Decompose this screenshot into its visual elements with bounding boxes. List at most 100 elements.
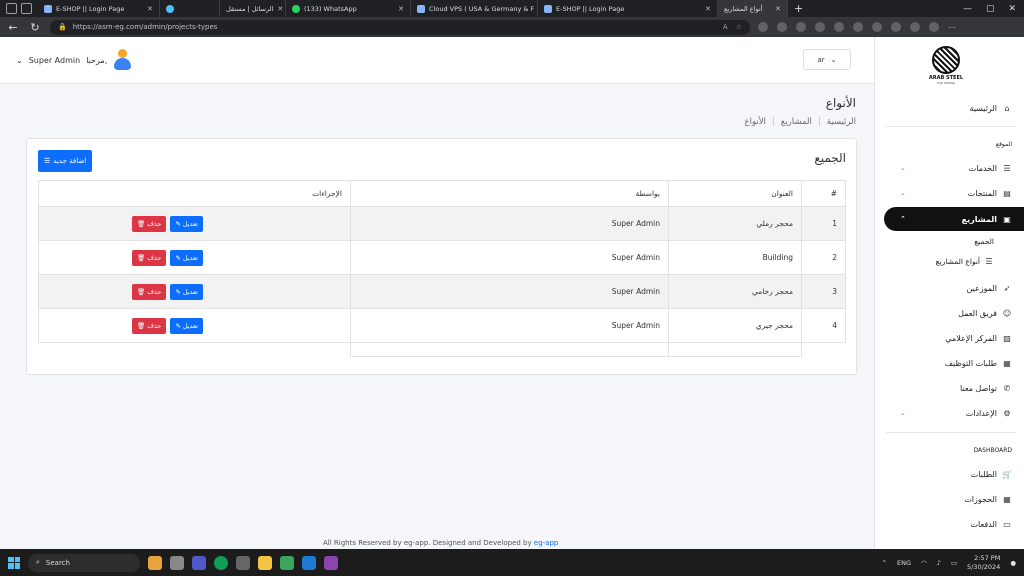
close-icon[interactable]: ✕: [277, 5, 283, 13]
edit-button[interactable]: ✎ تعديل: [170, 215, 203, 232]
refresh-icon[interactable]: ↻: [28, 21, 42, 34]
notification-icon[interactable]: ●: [1010, 559, 1016, 567]
sidebar-item-settings[interactable]: ⌄ الإعدادات ⚙: [884, 404, 1024, 422]
workspaces-icon[interactable]: [21, 3, 32, 14]
sidebar-item-bookings[interactable]: الحجوزات ▦: [884, 490, 1024, 508]
cart-icon: 🛒: [1002, 469, 1012, 479]
sidebar-item-products[interactable]: ⌄ المنتجات ▤: [884, 184, 1024, 202]
visual-studio-icon[interactable]: [324, 555, 338, 570]
breadcrumb-home[interactable]: الرئيسية: [827, 117, 856, 127]
chevron-down-icon: ⌄: [900, 189, 906, 197]
chevron-up-icon: ⌃: [900, 215, 906, 223]
delete-button[interactable]: 🗑 حذف: [132, 249, 167, 266]
language-indicator[interactable]: ENG: [897, 559, 911, 567]
sidebar-subitem-project-types[interactable]: أنواع المشاريع ☰: [884, 254, 1024, 268]
row-title: محجر رخامي: [668, 274, 802, 309]
sidebar-section-site: الموقع: [995, 141, 1012, 148]
menu-dots-icon[interactable]: ⋯: [948, 23, 956, 32]
col-by: بواسطة: [350, 180, 669, 207]
sidebar-item-projects[interactable]: ⌃ المشاريع ▣: [884, 207, 1024, 231]
sidebar-item-orders[interactable]: الطلبات 🛒: [884, 465, 1024, 483]
widgets-icon[interactable]: [148, 555, 162, 570]
extension-icon[interactable]: [910, 22, 920, 32]
windows-start-icon[interactable]: [8, 556, 20, 569]
tray-chevron-icon[interactable]: ⌃: [882, 559, 887, 567]
close-icon[interactable]: ✕: [775, 5, 781, 13]
close-window-icon[interactable]: ✕: [1008, 4, 1016, 14]
close-icon[interactable]: ✕: [147, 5, 153, 13]
row-author: Super Admin: [350, 274, 669, 309]
extension-icon[interactable]: [815, 22, 825, 32]
sidebar-item-payments[interactable]: الدفعات ▭: [884, 515, 1024, 533]
favorite-icon[interactable]: ☆: [736, 23, 742, 31]
edit-button[interactable]: ✎ تعديل: [170, 283, 203, 300]
types-card: الجميع ☰ اضافة جديد # العنوان بواسطة الإ…: [26, 138, 857, 375]
wifi-icon[interactable]: ◠: [921, 559, 927, 567]
app-icon[interactable]: [280, 555, 294, 570]
add-new-button[interactable]: ☰ اضافة جديد: [38, 150, 93, 172]
extension-icon[interactable]: [758, 22, 768, 32]
tab-eshop-login-2[interactable]: E-SHOP || Login Page ✕: [538, 0, 718, 17]
profile-icon[interactable]: [6, 3, 17, 14]
breadcrumb-projects[interactable]: المشاريع: [781, 117, 812, 127]
logo[interactable]: ARAB STEEL FOR MINING: [928, 46, 964, 86]
battery-icon[interactable]: ▭: [951, 559, 957, 567]
breadcrumb-current: الأنواع: [744, 117, 766, 127]
edit-button[interactable]: ✎ تعديل: [170, 317, 203, 334]
extension-icon[interactable]: [853, 22, 863, 32]
maximize-icon[interactable]: ▢: [986, 4, 995, 14]
delete-button[interactable]: 🗑 حذف: [132, 283, 167, 300]
extension-icon[interactable]: [872, 22, 882, 32]
extension-icon[interactable]: [891, 22, 901, 32]
tab-cloud-vps[interactable]: Cloud VPS ( USA & Germany & F ✕: [411, 0, 538, 17]
tab-blank[interactable]: [160, 0, 220, 17]
sidebar-subitem-all[interactable]: الجميع: [884, 234, 1024, 248]
edit-button[interactable]: ✎ تعديل: [170, 249, 203, 266]
tab-whatsapp[interactable]: (133) WhatsApp ✕: [286, 0, 411, 17]
back-icon[interactable]: ←: [6, 21, 20, 34]
extension-icon[interactable]: [796, 22, 806, 32]
list-icon: ☰: [1003, 163, 1011, 173]
vscode-icon[interactable]: [302, 555, 316, 570]
extension-icon[interactable]: [929, 22, 939, 32]
sidebar-item-jobs[interactable]: طلبات التوظيف ▦: [884, 354, 1024, 372]
close-icon[interactable]: ✕: [705, 5, 711, 13]
sidebar-item-team[interactable]: فريق العمل ☺: [884, 304, 1024, 322]
delete-button[interactable]: 🗑 حذف: [132, 317, 167, 334]
task-view-icon[interactable]: [170, 555, 184, 570]
col-actions: الإجراءات: [38, 180, 351, 207]
tab-mostaql[interactable]: الرسائل | مستقل ✕: [220, 0, 286, 17]
tab-eshop-login-1[interactable]: E-SHOP || Login Page ✕: [38, 0, 160, 17]
sidebar-item-distributors[interactable]: الموزعين ➶: [884, 279, 1024, 297]
avatar: [113, 49, 132, 71]
sidebar-item-home[interactable]: الرئيسية ⌂: [884, 99, 1024, 117]
delete-button[interactable]: 🗑 حذف: [132, 215, 167, 232]
taskbar-search[interactable]: ⌕ Search: [28, 553, 140, 572]
clock[interactable]: 2:57 PM 5/30/2024: [967, 554, 1000, 572]
url-field[interactable]: 🔒 https://asm-eg.com/admin/projects-type…: [50, 19, 750, 35]
row-number: 4: [801, 308, 846, 343]
window-icons: [0, 0, 38, 17]
read-aloud-icon[interactable]: A: [723, 23, 728, 31]
row-actions: 🗑 حذف ✎ تعديل: [38, 206, 351, 241]
minimize-icon[interactable]: —: [963, 4, 972, 14]
windows-taskbar: ⌕ Search ⌃ ENG ◠ ♪ ▭ 2:57 PM 5/30/2024 ●: [0, 549, 1024, 576]
sidebar-item-contact[interactable]: تواصل معنا ✆: [884, 379, 1024, 397]
sidebar-item-services[interactable]: ⌄ الخدمات ☰: [884, 159, 1024, 177]
extension-icon[interactable]: [777, 22, 787, 32]
volume-icon[interactable]: ♪: [937, 559, 941, 567]
footer-brand-link[interactable]: eg-app: [534, 539, 558, 547]
trash-icon: 🗑: [137, 253, 146, 262]
close-icon[interactable]: ✕: [398, 5, 404, 13]
chevron-down-icon: ⌄: [16, 55, 23, 65]
edge-browser-icon[interactable]: [214, 555, 228, 570]
file-explorer-icon[interactable]: [258, 555, 272, 570]
sidebar-item-media-center[interactable]: المركز الإعلامي ▨: [884, 329, 1024, 347]
extension-icon[interactable]: [834, 22, 844, 32]
language-select[interactable]: ar ⌄: [803, 49, 851, 70]
teams-icon[interactable]: [192, 555, 206, 570]
store-icon[interactable]: [236, 555, 250, 570]
tab-project-types[interactable]: أنواع المشاريع ✕: [718, 0, 788, 17]
new-tab-icon[interactable]: +: [788, 2, 809, 15]
user-menu[interactable]: ⌄ Super Admin مرحبا,: [16, 49, 132, 71]
